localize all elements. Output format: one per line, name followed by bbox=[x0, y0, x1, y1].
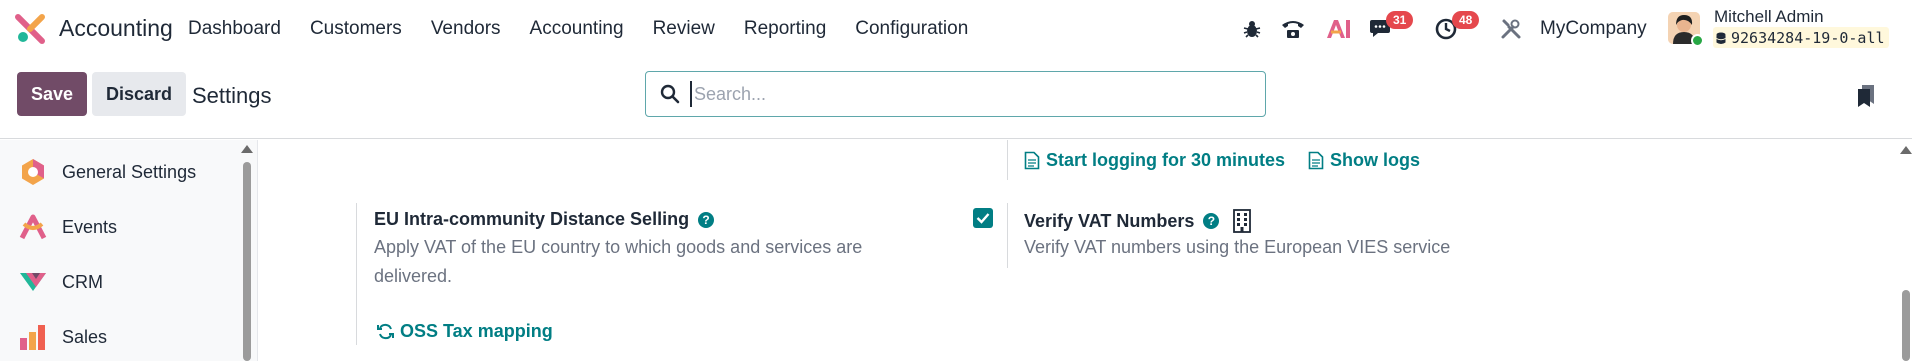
top-navbar: Accounting Dashboard Customers Vendors A… bbox=[0, 0, 1912, 57]
phone-icon[interactable] bbox=[1278, 0, 1308, 57]
general-settings-icon bbox=[22, 159, 44, 185]
sidebar-item-sales[interactable]: Sales bbox=[0, 312, 240, 361]
database-icon bbox=[1716, 32, 1726, 44]
search-input[interactable] bbox=[690, 81, 1250, 107]
show-logs-link[interactable]: Show logs bbox=[1308, 150, 1420, 171]
tools-icon[interactable] bbox=[1498, 0, 1524, 57]
help-icon[interactable]: ? bbox=[1203, 213, 1220, 229]
breadcrumb: Settings bbox=[192, 83, 272, 108]
user-name[interactable]: Mitchell Admin bbox=[1714, 7, 1824, 27]
check-icon bbox=[976, 213, 990, 224]
events-icon bbox=[19, 214, 47, 240]
start-logging-link[interactable]: Start logging for 30 minutes bbox=[1024, 150, 1285, 171]
verify-vat-description: Verify VAT numbers using the European VI… bbox=[1024, 237, 1451, 257]
start-logging-label: Start logging for 30 minutes bbox=[1046, 150, 1286, 170]
eu-distance-selling-label: EU Intra-community Distance Selling bbox=[374, 209, 690, 229]
setting-divider bbox=[1007, 203, 1008, 268]
company-building-icon bbox=[1233, 209, 1252, 233]
document-icon bbox=[1024, 151, 1040, 170]
oss-tax-mapping-button[interactable]: OSS Tax mapping bbox=[377, 321, 553, 342]
column-divider bbox=[1007, 140, 1008, 180]
sidebar-item-label: Events bbox=[62, 216, 118, 237]
app-logo-icon[interactable] bbox=[15, 14, 45, 44]
debug-bug-icon[interactable] bbox=[1240, 0, 1264, 57]
settings-sidebar: General Settings Events CRM Sales bbox=[0, 140, 258, 361]
oss-tax-mapping-label: OSS Tax mapping bbox=[400, 321, 553, 341]
search-box[interactable] bbox=[645, 71, 1266, 117]
activities-clock-icon[interactable] bbox=[1432, 0, 1460, 57]
show-logs-label: Show logs bbox=[1330, 150, 1420, 170]
menu-item-configuration[interactable]: Configuration bbox=[855, 18, 968, 40]
verify-vat-label: Verify VAT Numbers bbox=[1024, 210, 1195, 231]
search-icon bbox=[660, 84, 680, 104]
company-switcher[interactable]: MyCompany bbox=[1540, 18, 1647, 40]
menu-item-accounting[interactable]: Accounting bbox=[530, 18, 624, 40]
app-name[interactable]: Accounting bbox=[59, 15, 173, 42]
sidebar-item-label: General Settings bbox=[62, 161, 197, 182]
sidebar-item-label: CRM bbox=[62, 271, 103, 292]
crm-icon bbox=[20, 273, 46, 291]
main-menu: Dashboard Customers Vendors Accounting R… bbox=[188, 0, 997, 57]
bookmark-icon[interactable] bbox=[1856, 84, 1876, 108]
menu-item-review[interactable]: Review bbox=[653, 18, 715, 40]
ai-icon[interactable] bbox=[1324, 0, 1352, 57]
eu-distance-selling-description: Apply VAT of the EU country to which goo… bbox=[374, 237, 863, 286]
menu-item-customers[interactable]: Customers bbox=[310, 18, 402, 40]
sidebar-scroll-up-arrow[interactable] bbox=[241, 145, 253, 153]
user-status-dot bbox=[1691, 34, 1704, 47]
setting-divider bbox=[356, 203, 357, 345]
settings-content: Start logging for 30 minutes Show logs E… bbox=[259, 140, 1912, 361]
sidebar-item-events[interactable]: Events bbox=[0, 202, 240, 252]
menu-item-dashboard[interactable]: Dashboard bbox=[188, 18, 281, 40]
activities-count-badge: 48 bbox=[1452, 11, 1480, 29]
save-button[interactable]: Save bbox=[17, 72, 87, 116]
control-panel: Save Discard Settings bbox=[0, 57, 1912, 139]
sidebar-item-crm[interactable]: CRM bbox=[0, 257, 240, 307]
verify-vat-title: Verify VAT Numbers ? bbox=[1024, 209, 1252, 233]
menu-item-vendors[interactable]: Vendors bbox=[431, 18, 501, 40]
eu-distance-selling-checkbox[interactable] bbox=[973, 208, 993, 228]
help-icon[interactable]: ? bbox=[698, 211, 715, 228]
sidebar-item-label: Sales bbox=[62, 326, 108, 347]
database-chip: 92634284-19-0-all bbox=[1713, 27, 1889, 48]
refresh-icon bbox=[377, 323, 394, 340]
sidebar-item-general-settings[interactable]: General Settings bbox=[0, 147, 240, 197]
sidebar-scroll-thumb[interactable] bbox=[243, 162, 251, 361]
sales-icon bbox=[20, 325, 45, 350]
document-icon bbox=[1308, 151, 1324, 170]
menu-item-reporting[interactable]: Reporting bbox=[744, 18, 826, 40]
content-scroll-thumb[interactable] bbox=[1902, 290, 1910, 361]
content-scroll-up-arrow[interactable] bbox=[1900, 146, 1912, 154]
discard-button[interactable]: Discard bbox=[92, 72, 186, 116]
database-name: 92634284-19-0-all bbox=[1731, 29, 1885, 47]
eu-distance-selling-title: EU Intra-community Distance Selling ? bbox=[374, 209, 715, 230]
messages-count-badge: 31 bbox=[1386, 11, 1414, 29]
